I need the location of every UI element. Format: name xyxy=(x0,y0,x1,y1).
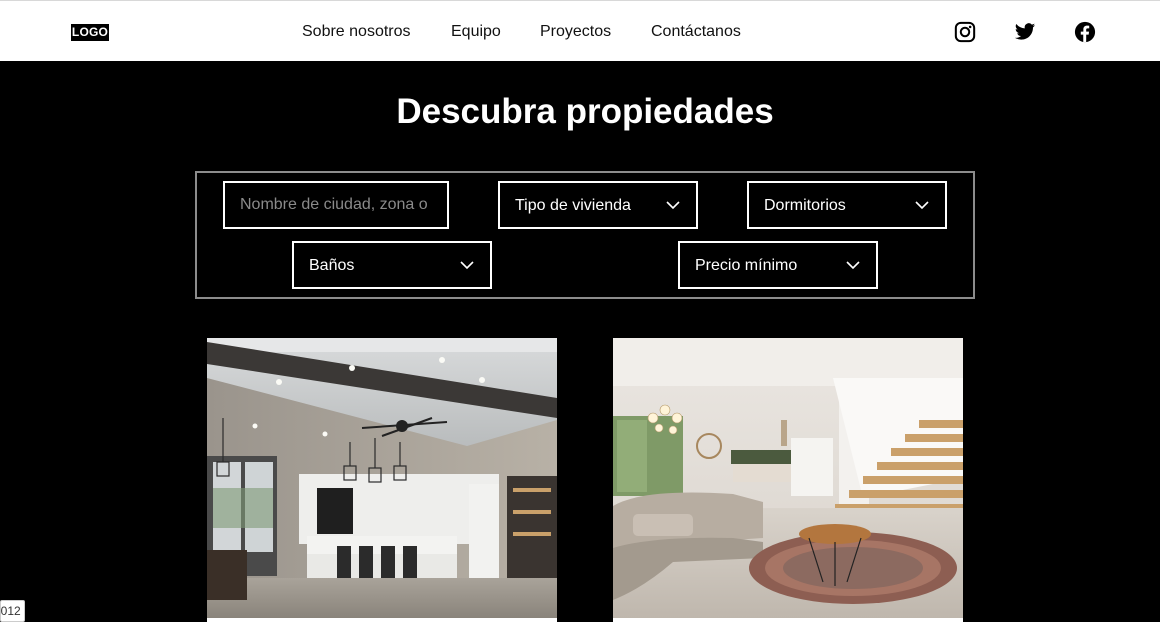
nav-link-projects[interactable]: Proyectos xyxy=(540,22,611,42)
min-price-select[interactable]: Precio mínimo xyxy=(678,241,878,289)
chevron-down-icon xyxy=(666,200,680,210)
bedrooms-label: Dormitorios xyxy=(764,197,846,214)
nav-link-contact[interactable]: Contáctanos xyxy=(651,22,741,42)
nav-link-about[interactable]: Sobre nosotros xyxy=(302,22,411,42)
corner-badge: 2012 xyxy=(0,600,25,622)
bathrooms-select[interactable]: Baños xyxy=(292,241,492,289)
chevron-down-icon xyxy=(460,260,474,270)
facebook-icon[interactable] xyxy=(1074,21,1096,43)
instagram-icon[interactable] xyxy=(954,21,976,43)
bedrooms-select[interactable]: Dormitorios xyxy=(747,181,947,229)
housing-type-select[interactable]: Tipo de vivienda xyxy=(498,181,698,229)
bathrooms-label: Baños xyxy=(309,257,355,274)
main-nav: Sobre nosotros Equipo Proyectos Contácta… xyxy=(0,22,1160,42)
card-footer-edge xyxy=(613,618,963,622)
min-price-label: Precio mínimo xyxy=(695,257,798,274)
location-search-input[interactable] xyxy=(225,183,447,227)
page-title: Descubra propiedades xyxy=(396,92,774,131)
twitter-icon[interactable] xyxy=(1014,21,1036,43)
property-card[interactable] xyxy=(207,338,557,622)
property-card[interactable] xyxy=(613,338,963,622)
location-search-field[interactable] xyxy=(223,181,449,229)
kitchen-dining-room-photo xyxy=(207,338,557,618)
site-header: LOGO Sobre nosotros Equipo Proyectos Con… xyxy=(0,0,1160,61)
nav-link-team[interactable]: Equipo xyxy=(451,22,501,42)
chevron-down-icon xyxy=(846,260,860,270)
housing-type-label: Tipo de vivienda xyxy=(515,197,631,214)
chevron-down-icon xyxy=(915,200,929,210)
property-search-panel: Tipo de vivienda Dormitorios Baños Preci… xyxy=(195,171,975,299)
living-room-staircase-photo xyxy=(613,338,963,618)
card-footer-edge xyxy=(207,618,557,622)
